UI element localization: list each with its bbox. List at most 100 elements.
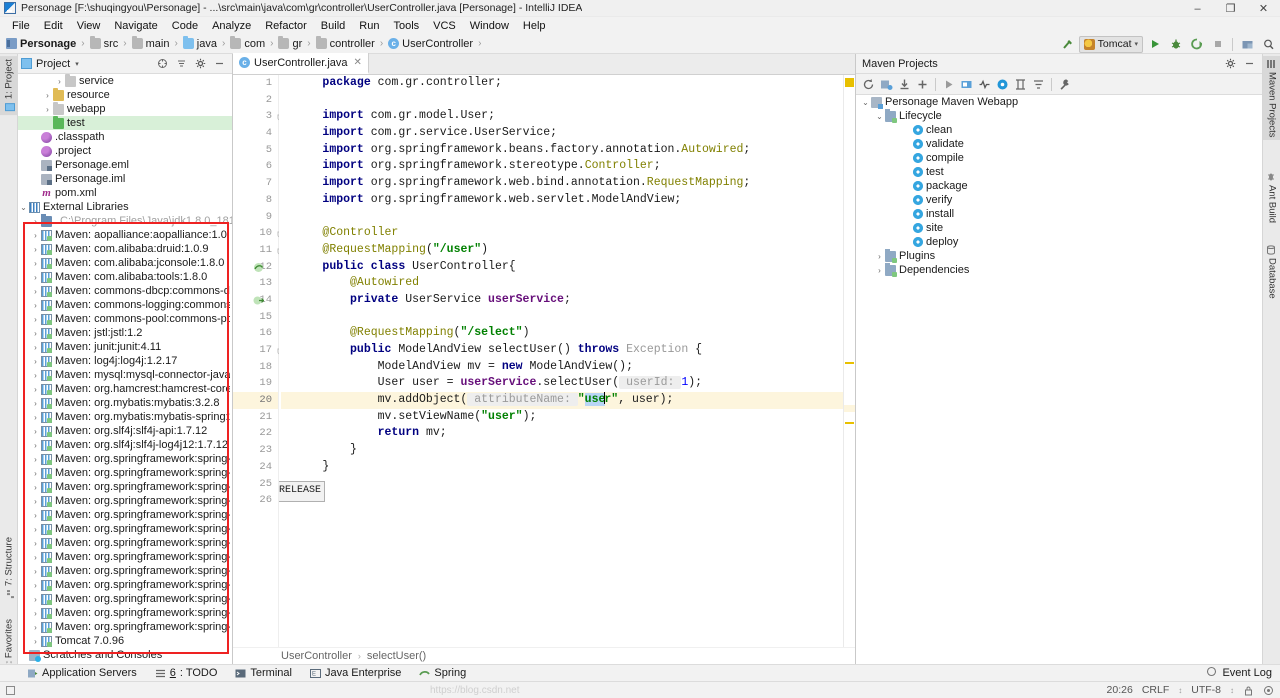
tree-node[interactable]: › Maven: org.slf4j:slf4j-log4j12:1.7.12	[18, 438, 232, 452]
scroll-from-source-icon[interactable]	[156, 57, 169, 70]
expand-arrow-icon[interactable]: ›	[54, 77, 65, 86]
expand-arrow-icon[interactable]: ›	[30, 609, 41, 618]
maven-tree-node[interactable]: validate	[856, 137, 1262, 151]
tree-node[interactable]: Personage.iml	[18, 172, 232, 186]
line-number[interactable]: 1	[233, 75, 278, 92]
tool-button-terminal[interactable]: Terminal	[226, 665, 301, 682]
breadcrumb-method[interactable]: selectUser()	[367, 650, 426, 662]
menu-window[interactable]: Window	[463, 19, 516, 33]
line-number[interactable]: 11	[233, 242, 286, 259]
inspection-icon[interactable]	[1263, 685, 1274, 696]
tree-node[interactable]: › Maven: org.springframework:spring-conte…	[18, 480, 232, 494]
line-number[interactable]: 8	[233, 192, 284, 209]
expand-arrow-icon[interactable]: ›	[30, 371, 41, 380]
maven-tree-node[interactable]: site	[856, 221, 1262, 235]
line-number[interactable]: 12	[233, 259, 278, 276]
line-number[interactable]: 4	[233, 125, 278, 142]
line-number[interactable]: 7	[233, 175, 278, 192]
line-number[interactable]: 2	[233, 92, 278, 109]
expand-arrow-icon[interactable]: ›	[30, 469, 41, 478]
expand-arrow-icon[interactable]: ›	[30, 581, 41, 590]
autowired-gutter-icon[interactable]	[253, 295, 265, 306]
tree-node[interactable]: › webapp	[18, 101, 232, 116]
sidebar-item-project[interactable]: 1: Project	[0, 56, 18, 116]
sidebar-item-structure[interactable]: 7: Structure	[0, 534, 18, 602]
line-number[interactable]: 15	[233, 309, 278, 326]
run-configuration-selector[interactable]: Tomcat ▾	[1078, 35, 1143, 53]
breadcrumb-class[interactable]: UserController	[281, 650, 352, 662]
add-maven-project-icon[interactable]	[914, 76, 931, 93]
expand-arrow-icon[interactable]: ⌄	[874, 112, 885, 121]
tree-node[interactable]: › Maven: org.springframework:spring-web:5…	[18, 606, 232, 620]
code-content[interactable]: package com.gr.controller; import com.gr…	[279, 75, 843, 647]
tree-node[interactable]: › Maven: log4j:log4j:1.2.17	[18, 354, 232, 368]
menu-run[interactable]: Run	[352, 19, 386, 33]
gear-icon[interactable]	[194, 57, 207, 70]
menu-file[interactable]: File	[5, 19, 37, 33]
line-number[interactable]: 19	[233, 375, 278, 392]
maven-tree-node[interactable]: ⌄ Lifecycle	[856, 108, 1262, 123]
line-number[interactable]: 3	[233, 108, 286, 125]
build-hammer-icon[interactable]	[1058, 35, 1077, 53]
expand-arrow-icon[interactable]: ›	[30, 315, 41, 324]
tree-node[interactable]: › Maven: org.springframework:spring-jdbc:…	[18, 536, 232, 550]
skip-tests-icon[interactable]	[976, 76, 993, 93]
minimize-button[interactable]: –	[1181, 0, 1214, 17]
event-log-label[interactable]: Event Log	[1222, 667, 1272, 679]
tool-button-spring[interactable]: Spring	[410, 665, 475, 682]
menu-help[interactable]: Help	[516, 19, 553, 33]
line-number[interactable]: 13	[233, 275, 278, 292]
expand-arrow-icon[interactable]: ›	[30, 567, 41, 576]
sidebar-item-ant-build[interactable]: Ant Build	[1263, 169, 1280, 226]
tree-node[interactable]: › Maven: org.springframework:spring-core:…	[18, 508, 232, 522]
menu-refactor[interactable]: Refactor	[258, 19, 314, 33]
expand-arrow-icon[interactable]: ›	[42, 91, 53, 100]
tree-node[interactable]: Scratches and Consoles	[18, 648, 232, 662]
menu-edit[interactable]: Edit	[37, 19, 70, 33]
file-encoding[interactable]: UTF-8	[1191, 684, 1221, 696]
line-number[interactable]: 18	[233, 359, 278, 376]
tree-node[interactable]: › Maven: commons-logging:commons-logging	[18, 298, 232, 312]
line-number[interactable]: 14	[233, 292, 278, 309]
breadcrumb-item-usercontroller[interactable]: c UserController	[388, 38, 473, 50]
expand-arrow-icon[interactable]: ›	[30, 623, 41, 632]
tree-node[interactable]: › Maven: org.springframework:spring-oxm:4…	[18, 564, 232, 578]
line-number[interactable]: 5	[233, 142, 278, 159]
gear-icon[interactable]	[1224, 57, 1237, 70]
expand-arrow-icon[interactable]: ›	[30, 357, 41, 366]
line-number[interactable]: 23	[233, 442, 284, 459]
expand-arrow-icon[interactable]: ›	[42, 105, 53, 114]
tree-node[interactable]: › Maven: org.mybatis:mybatis:3.2.8	[18, 396, 232, 410]
tree-node[interactable]: › Maven: org.springframework:spring-expre…	[18, 522, 232, 536]
expand-arrow-icon[interactable]: ›	[30, 245, 41, 254]
menu-analyze[interactable]: Analyze	[205, 19, 258, 33]
maven-settings-wrench-icon[interactable]	[1056, 76, 1073, 93]
line-number[interactable]: 22	[233, 425, 278, 442]
line-number[interactable]: 10	[233, 225, 286, 242]
execute-goal-icon[interactable]	[994, 76, 1011, 93]
tree-node[interactable]: › Maven: org.springframework:spring-conte…	[18, 494, 232, 508]
expand-arrow-icon[interactable]: ›	[30, 329, 41, 338]
toggle-toolwindows-icon[interactable]	[6, 685, 15, 695]
expand-arrow-icon[interactable]: ›	[30, 441, 41, 450]
line-separator[interactable]: CRLF	[1142, 684, 1169, 696]
tree-node[interactable]: › Maven: org.slf4j:slf4j-api:1.7.12	[18, 424, 232, 438]
lock-icon[interactable]	[1243, 685, 1254, 696]
maven-tree-node[interactable]: deploy	[856, 235, 1262, 249]
expand-arrow-icon[interactable]: ›	[30, 525, 41, 534]
editor-tab-usercontroller[interactable]: c UserController.java ✕	[233, 53, 369, 74]
tree-node[interactable]: › Maven: mysql:mysql-connector-java:5.1.3…	[18, 368, 232, 382]
expand-arrow-icon[interactable]: ›	[30, 497, 41, 506]
stop-button[interactable]	[1208, 35, 1227, 53]
tree-node[interactable]: › Maven: org.springframework:spring-beans…	[18, 466, 232, 480]
download-sources-icon[interactable]	[896, 76, 913, 93]
caret-position[interactable]: 20:26	[1107, 684, 1133, 696]
expand-arrow-icon[interactable]: ›	[30, 301, 41, 310]
line-number[interactable]: 24	[233, 459, 278, 476]
expand-arrow-icon[interactable]: ›	[30, 511, 41, 520]
maven-tree-node[interactable]: verify	[856, 193, 1262, 207]
tool-button-java-enterprise[interactable]: E Java Enterprise	[301, 665, 410, 682]
maven-tree-node[interactable]: clean	[856, 123, 1262, 137]
expand-arrow-icon[interactable]: ⌄	[860, 98, 871, 107]
tree-node[interactable]: › Maven: com.alibaba:tools:1.8.0	[18, 270, 232, 284]
